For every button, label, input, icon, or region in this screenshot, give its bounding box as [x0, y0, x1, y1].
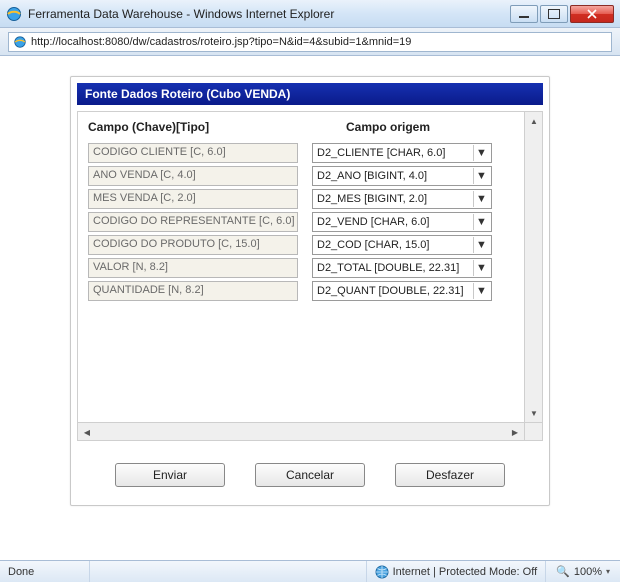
- zoom-value: 100%: [574, 566, 602, 578]
- url-input[interactable]: http://localhost:8080/dw/cadastros/rotei…: [8, 32, 612, 52]
- origin-dropdown[interactable]: D2_TOTAL [DOUBLE, 22.31] ▼: [312, 258, 492, 278]
- scroll-down-icon[interactable]: ▼: [525, 404, 543, 422]
- chevron-down-icon: ▼: [473, 237, 489, 253]
- url-text: http://localhost:8080/dw/cadastros/rotei…: [31, 36, 411, 48]
- scroll-right-icon[interactable]: ▶: [506, 423, 524, 441]
- window-maximize-button[interactable]: [540, 5, 568, 23]
- address-bar: http://localhost:8080/dw/cadastros/rotei…: [0, 28, 620, 56]
- undo-button[interactable]: Desfazer: [395, 463, 505, 487]
- form-container: Campo (Chave)[Tipo] Campo origem CODIGO …: [77, 111, 543, 441]
- chevron-down-icon: ▼: [473, 191, 489, 207]
- chevron-down-icon: ▼: [473, 214, 489, 230]
- field-readonly: CODIGO DO PRODUTO [C, 15.0]: [88, 235, 298, 255]
- horizontal-scrollbar[interactable]: ◀ ▶: [78, 422, 524, 440]
- client-area: Fonte Dados Roteiro (Cubo VENDA) Campo (…: [0, 56, 620, 560]
- field-readonly: CODIGO CLIENTE [C, 6.0]: [88, 143, 298, 163]
- dropdown-value: D2_VEND [CHAR, 6.0]: [317, 216, 473, 228]
- origin-dropdown[interactable]: D2_CLIENTE [CHAR, 6.0] ▼: [312, 143, 492, 163]
- dialog-title: Fonte Dados Roteiro (Cubo VENDA): [77, 83, 543, 105]
- field-readonly: CODIGO DO REPRESENTANTE [C, 6.0]: [88, 212, 298, 232]
- submit-button[interactable]: Enviar: [115, 463, 225, 487]
- dropdown-value: D2_CLIENTE [CHAR, 6.0]: [317, 147, 473, 159]
- origin-dropdown[interactable]: D2_VEND [CHAR, 6.0] ▼: [312, 212, 492, 232]
- window-close-button[interactable]: [570, 5, 614, 23]
- status-bar: Done Internet | Protected Mode: Off 🔍 10…: [0, 560, 620, 582]
- status-text: Done: [0, 561, 90, 582]
- form-scroll-area: Campo (Chave)[Tipo] Campo origem CODIGO …: [78, 112, 524, 422]
- chevron-down-icon: ▼: [473, 260, 489, 276]
- zone-text: Internet | Protected Mode: Off: [393, 566, 538, 578]
- action-buttons: Enviar Cancelar Desfazer: [77, 463, 543, 487]
- table-row: VALOR [N, 8.2] D2_TOTAL [DOUBLE, 22.31] …: [88, 258, 514, 278]
- window-minimize-button[interactable]: [510, 5, 538, 23]
- table-row: MES VENDA [C, 2.0] D2_MES [BIGINT, 2.0] …: [88, 189, 514, 209]
- ie-icon: [6, 6, 22, 22]
- table-row: ANO VENDA [C, 4.0] D2_ANO [BIGINT, 4.0] …: [88, 166, 514, 186]
- cancel-button[interactable]: Cancelar: [255, 463, 365, 487]
- table-row: CODIGO DO PRODUTO [C, 15.0] D2_COD [CHAR…: [88, 235, 514, 255]
- zoom-icon: 🔍: [556, 565, 570, 578]
- security-zone: Internet | Protected Mode: Off: [367, 561, 547, 582]
- chevron-down-icon: ▼: [473, 145, 489, 161]
- dropdown-value: D2_ANO [BIGINT, 4.0]: [317, 170, 473, 182]
- field-readonly: VALOR [N, 8.2]: [88, 258, 298, 278]
- dialog-panel: Fonte Dados Roteiro (Cubo VENDA) Campo (…: [70, 76, 550, 506]
- status-spacer: [90, 561, 367, 582]
- window-titlebar: Ferramenta Data Warehouse - Windows Inte…: [0, 0, 620, 28]
- origin-dropdown[interactable]: D2_MES [BIGINT, 2.0] ▼: [312, 189, 492, 209]
- table-row: CODIGO DO REPRESENTANTE [C, 6.0] D2_VEND…: [88, 212, 514, 232]
- column-headers: Campo (Chave)[Tipo] Campo origem: [88, 120, 514, 140]
- col-header-origin: Campo origem: [298, 120, 478, 134]
- col-header-field: Campo (Chave)[Tipo]: [88, 120, 298, 134]
- page-icon: [13, 35, 27, 49]
- chevron-down-icon: ▼: [473, 283, 489, 299]
- field-readonly: ANO VENDA [C, 4.0]: [88, 166, 298, 186]
- zoom-control[interactable]: 🔍 100% ▾: [546, 565, 620, 578]
- window-title: Ferramenta Data Warehouse - Windows Inte…: [28, 7, 510, 21]
- table-row: CODIGO CLIENTE [C, 6.0] D2_CLIENTE [CHAR…: [88, 143, 514, 163]
- dropdown-value: D2_QUANT [DOUBLE, 22.31]: [317, 285, 473, 297]
- vertical-scrollbar[interactable]: ▲ ▼: [524, 112, 542, 422]
- scrollbar-corner: [524, 422, 542, 440]
- origin-dropdown[interactable]: D2_COD [CHAR, 15.0] ▼: [312, 235, 492, 255]
- dropdown-value: D2_MES [BIGINT, 2.0]: [317, 193, 473, 205]
- scroll-up-icon[interactable]: ▲: [525, 112, 543, 130]
- dropdown-value: D2_TOTAL [DOUBLE, 22.31]: [317, 262, 473, 274]
- globe-icon: [375, 565, 389, 579]
- scroll-left-icon[interactable]: ◀: [78, 423, 96, 441]
- table-row: QUANTIDADE [N, 8.2] D2_QUANT [DOUBLE, 22…: [88, 281, 514, 301]
- chevron-down-icon: ▼: [473, 168, 489, 184]
- chevron-down-icon: ▾: [606, 567, 610, 576]
- origin-dropdown[interactable]: D2_ANO [BIGINT, 4.0] ▼: [312, 166, 492, 186]
- field-readonly: MES VENDA [C, 2.0]: [88, 189, 298, 209]
- dropdown-value: D2_COD [CHAR, 15.0]: [317, 239, 473, 251]
- origin-dropdown[interactable]: D2_QUANT [DOUBLE, 22.31] ▼: [312, 281, 492, 301]
- field-readonly: QUANTIDADE [N, 8.2]: [88, 281, 298, 301]
